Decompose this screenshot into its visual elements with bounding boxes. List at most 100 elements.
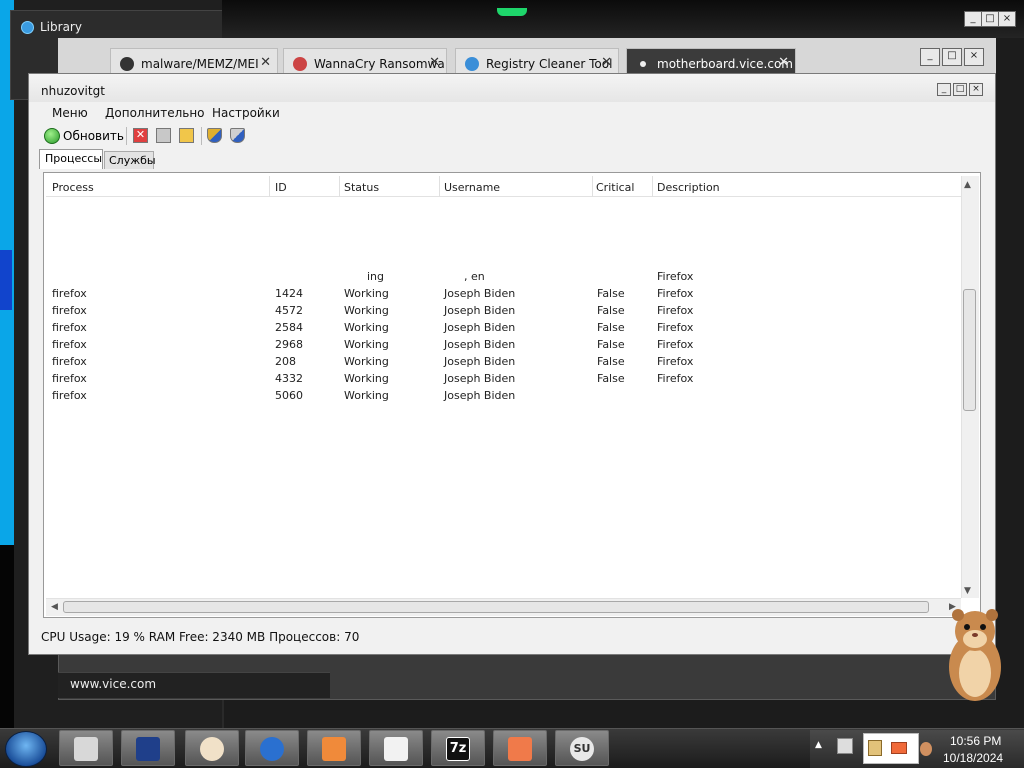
cell-username: Joseph Biden bbox=[444, 372, 516, 385]
cell-id: 4332 bbox=[275, 372, 303, 385]
presentation-icon bbox=[508, 737, 532, 761]
tab-close-icon[interactable]: ✕ bbox=[260, 55, 271, 70]
cell-process: firefox bbox=[52, 321, 87, 334]
shield-admin-icon[interactable] bbox=[230, 128, 245, 143]
cell-status: Working bbox=[344, 287, 389, 300]
cell-process: firefox bbox=[52, 372, 87, 385]
menu-item-advanced[interactable]: Дополнительно bbox=[105, 106, 205, 120]
vertical-scrollbar-thumb[interactable] bbox=[963, 289, 976, 411]
cell-status: Working bbox=[344, 304, 389, 317]
bg-maximize-button[interactable]: □ bbox=[981, 11, 999, 27]
tray-network-icon[interactable] bbox=[837, 738, 853, 754]
browser-minimize-button[interactable]: _ bbox=[920, 48, 940, 66]
cell-id: 2968 bbox=[275, 338, 303, 351]
tray-expand-icon[interactable]: ▲ bbox=[815, 740, 822, 750]
taskbar-button-presentation[interactable] bbox=[493, 730, 547, 766]
column-header-description[interactable]: Description bbox=[657, 181, 720, 194]
cell-status: Working bbox=[344, 389, 389, 402]
browser-tab[interactable]: motherboard.vice.com ✕ bbox=[626, 48, 796, 76]
document-icon bbox=[322, 737, 346, 761]
tab-close-icon[interactable]: ✕ bbox=[429, 55, 440, 70]
cell-critical: False bbox=[597, 304, 625, 317]
taskbar-button-media-player[interactable] bbox=[121, 730, 175, 766]
background-window-titlebar bbox=[222, 0, 1024, 38]
menu-item-menu[interactable]: Меню bbox=[52, 106, 88, 120]
app-close-button[interactable]: × bbox=[969, 83, 983, 96]
app-maximize-button[interactable]: □ bbox=[953, 83, 967, 96]
taskbar-button-document[interactable] bbox=[307, 730, 361, 766]
cell-id: 2584 bbox=[275, 321, 303, 334]
cell-critical: False bbox=[597, 338, 625, 351]
column-header-process[interactable]: Process bbox=[52, 181, 94, 194]
cell-id: 208 bbox=[275, 355, 296, 368]
start-button[interactable] bbox=[5, 731, 47, 767]
scroll-up-icon[interactable]: ▲ bbox=[964, 180, 971, 190]
taskbar-button-7zip[interactable]: 7z bbox=[431, 730, 485, 766]
kill-process-icon[interactable]: ✕ bbox=[133, 128, 148, 143]
scroll-left-icon[interactable]: ◀ bbox=[51, 602, 58, 612]
column-separator[interactable] bbox=[592, 176, 593, 197]
tray-app2-icon[interactable] bbox=[891, 742, 907, 754]
column-separator[interactable] bbox=[269, 176, 270, 197]
tab-favicon-icon bbox=[465, 57, 479, 71]
bg-close-button[interactable]: × bbox=[998, 11, 1016, 27]
column-separator[interactable] bbox=[439, 176, 440, 197]
column-separator[interactable] bbox=[652, 176, 653, 197]
cell-process: firefox bbox=[52, 355, 87, 368]
browser-tab[interactable]: Registry Cleaner Tool ✕ bbox=[455, 48, 619, 76]
app-title-bar[interactable] bbox=[29, 74, 995, 102]
taskbar-button-chrome[interactable] bbox=[185, 730, 239, 766]
browser-tab-label: malware/MEMZ/MEI bbox=[141, 57, 259, 71]
column-header-critical[interactable]: Critical bbox=[596, 181, 634, 194]
cell-description: Firefox bbox=[657, 372, 694, 385]
tab-processes[interactable]: Процессы bbox=[39, 149, 103, 169]
column-header-status[interactable]: Status bbox=[344, 181, 379, 194]
horizontal-scrollbar-thumb[interactable] bbox=[63, 601, 929, 613]
cell-critical: False bbox=[597, 321, 625, 334]
cell-critical: False bbox=[597, 355, 625, 368]
scroll-down-icon[interactable]: ▼ bbox=[964, 586, 971, 596]
7zip-icon: 7z bbox=[446, 737, 470, 761]
tab-services[interactable]: Службы bbox=[104, 151, 156, 169]
app-minimize-button[interactable]: _ bbox=[937, 83, 951, 96]
menu-item-settings[interactable]: Настройки bbox=[212, 106, 280, 120]
browser-status-url: www.vice.com bbox=[70, 677, 157, 691]
bg-minimize-button[interactable]: _ bbox=[964, 11, 982, 27]
cell-id: 4572 bbox=[275, 304, 303, 317]
tab-favicon-icon bbox=[120, 57, 134, 71]
browser-tab[interactable]: malware/MEMZ/MEI ✕ bbox=[110, 48, 278, 76]
browser-tab-label: Registry Cleaner Tool bbox=[486, 57, 613, 71]
stumbleupon-icon: SU bbox=[570, 737, 594, 761]
taskbar-button-drawing[interactable] bbox=[369, 730, 423, 766]
cell-process: firefox bbox=[52, 287, 87, 300]
column-header-username[interactable]: Username bbox=[444, 181, 500, 194]
folder-icon[interactable] bbox=[179, 128, 194, 143]
tab-close-icon[interactable]: ✕ bbox=[601, 55, 612, 70]
taskbar-button-stumbleupon[interactable]: SU bbox=[555, 730, 609, 766]
browser-close-button[interactable]: × bbox=[964, 48, 984, 66]
app-window-title: nhuzovitgt bbox=[41, 84, 105, 98]
shield-icon[interactable] bbox=[207, 128, 222, 143]
cell-description: Firefox bbox=[657, 304, 694, 317]
tab-close-icon[interactable]: ✕ bbox=[778, 55, 789, 70]
browser-maximize-button[interactable]: □ bbox=[942, 48, 962, 66]
refresh-icon[interactable] bbox=[44, 128, 60, 144]
properties-icon[interactable] bbox=[156, 128, 171, 143]
desktop-background-dark bbox=[0, 545, 14, 730]
taskbar-button-file-manager[interactable] bbox=[59, 730, 113, 766]
clock-time[interactable]: 10:56 PM bbox=[950, 734, 1001, 748]
tab-favicon-icon bbox=[640, 61, 646, 67]
browser-tab[interactable]: WannaCry Ransomwa ✕ bbox=[283, 48, 447, 76]
refresh-button[interactable]: Обновить bbox=[63, 129, 124, 143]
column-separator[interactable] bbox=[339, 176, 340, 197]
column-header-id[interactable]: ID bbox=[275, 181, 287, 194]
tray-hamster-icon[interactable] bbox=[920, 742, 932, 756]
partial-row-username: , en bbox=[464, 270, 485, 283]
clock-date[interactable]: 10/18/2024 bbox=[943, 751, 1003, 765]
cell-process: firefox bbox=[52, 304, 87, 317]
desktop-background-accent bbox=[0, 250, 12, 310]
taskbar-button-firefox[interactable] bbox=[245, 730, 299, 766]
cell-username: Joseph Biden bbox=[444, 355, 516, 368]
toolbar-separator bbox=[201, 127, 202, 145]
tray-app-icon[interactable] bbox=[868, 740, 882, 756]
